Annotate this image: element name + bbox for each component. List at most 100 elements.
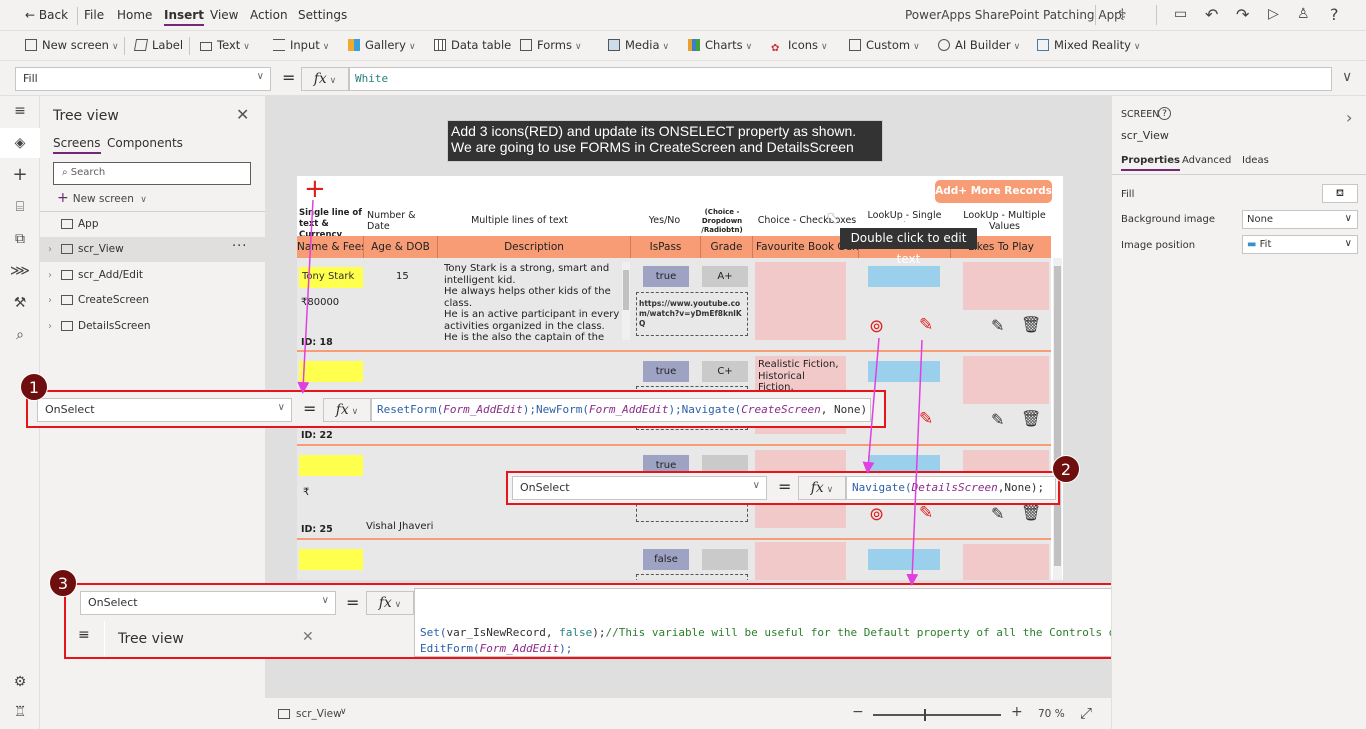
help-icon[interactable]: ? [1330,5,1339,24]
menu-home[interactable]: Home [117,8,152,22]
search-input[interactable]: ⌕ Search [53,162,251,185]
fx-button[interactable]: fx ∨ [798,476,846,500]
control-type-label: SCREEN [1121,109,1160,120]
ai-builder-button[interactable]: AI Builder ∨ [938,38,1020,52]
tab-properties[interactable]: Properties [1121,155,1180,171]
zoom-slider-thumb[interactable] [924,709,927,721]
edit-icon[interactable]: ✎ [991,316,1004,335]
media-icon[interactable]: ⧉ [0,224,40,254]
add-more-records-button[interactable]: Add+ More Records [935,180,1052,203]
tab-ideas[interactable]: Ideas [1242,155,1269,166]
add-plus-icon[interactable]: + [304,176,326,202]
back-button[interactable]: ← Back [25,8,68,22]
custom-button[interactable]: Custom ∨ [849,38,920,52]
fit-to-window-icon[interactable]: ⤢ [1080,704,1092,722]
menu-view[interactable]: View [210,8,238,22]
icons-button[interactable]: ✿ Icons ∨ [771,38,828,55]
close-icon[interactable]: ✕ [236,105,249,124]
name-field: Tony Stark [299,267,363,288]
mixed-reality-button[interactable]: Mixed Reality ∨ [1037,38,1141,52]
media-button[interactable]: Media ∨ [608,38,669,52]
new-screen-button[interactable]: + New screen ∨ [57,190,147,206]
chevron-right-icon[interactable]: › [1346,108,1352,127]
zoom-slider[interactable] [873,709,1001,721]
comment-icon[interactable]: ▭ [1174,6,1187,22]
edit-icon[interactable]: ✎ [991,504,1004,523]
formula-input[interactable]: ResetForm(Form_AddEdit);NewForm(Form_Add… [371,398,871,422]
tree-item-createscreen[interactable]: › CreateScreen [40,288,265,313]
menu-settings[interactable]: Settings [298,8,347,22]
edit-pencil-icon[interactable]: ✎ [919,503,933,523]
view-details-icon[interactable]: ⊚ [869,316,884,337]
stethoscope-icon[interactable]: ⚕ [1118,5,1127,24]
delete-trash-icon[interactable]: 🗑 [1021,503,1041,522]
grade-field: C+ [702,361,748,382]
view-details-icon[interactable]: ⊚ [869,504,884,525]
tree-view-layers-icon[interactable]: ◈ [0,128,40,158]
share-user-icon[interactable]: ♙ [1297,6,1310,22]
property-dropdown[interactable]: OnSelect ∨ [512,476,767,500]
hamburger-menu-icon[interactable]: ≡ [0,96,40,126]
help-icon[interactable]: ? [1158,107,1171,120]
charts-button[interactable]: Charts ∨ [688,38,752,52]
menu-file[interactable]: File [84,8,104,22]
tab-advanced[interactable]: Advanced [1182,155,1231,166]
insert-plus-icon[interactable]: + [0,160,40,190]
label-button[interactable]: Label [133,38,183,52]
search-icon[interactable]: ⌕ [0,320,40,350]
zoom-in-button[interactable]: + [1011,704,1023,720]
property-dropdown[interactable]: Fill ∨ [15,67,271,91]
screen-selector[interactable]: scr_View [296,708,342,720]
description-scrollbar[interactable] [622,262,630,340]
image-position-dropdown[interactable]: ▬ Fit ∨ [1242,235,1358,254]
zoom-out-button[interactable]: − [852,704,864,720]
tree-item-detailsscreen[interactable]: › DetailsScreen [40,314,265,339]
text-button[interactable]: Text ∨ [200,38,250,52]
menu-insert[interactable]: Insert [164,8,204,26]
tree-item-scr-add-edit[interactable]: › scr_Add/Edit [40,263,265,288]
fx-button[interactable]: fx ∨ [301,67,349,91]
background-image-dropdown[interactable]: None ∨ [1242,210,1358,229]
forms-button[interactable]: Forms ∨ [520,38,582,52]
tree-item-scr-view[interactable]: › scr_View ··· [40,237,265,262]
chevron-down-icon[interactable]: ∨ [340,707,347,717]
hamburger-menu-icon[interactable]: ≡ [78,627,90,643]
new-screen-button[interactable]: New screen ∨ [25,38,119,52]
play-icon[interactable]: ▷ [1268,6,1279,22]
gallery-row[interactable]: false [297,540,1051,580]
tab-components[interactable]: Components [107,136,183,150]
advanced-tools-icon[interactable]: ⚒ [0,288,40,318]
fx-button[interactable]: fx ∨ [323,398,371,422]
formula-input[interactable]: White [349,67,1332,91]
expand-formula-icon[interactable]: ∨ [1342,69,1352,85]
gallery-scrollbar[interactable] [1053,258,1062,580]
virtual-agent-icon[interactable]: ♖ [0,697,40,727]
menu-action[interactable]: Action [250,8,288,22]
plus-icon: + [57,190,69,206]
image-position-label: Image position [1121,240,1196,251]
edit-pencil-icon[interactable]: ✎ [919,315,933,335]
fill-color-button[interactable]: ⛾ [1322,184,1358,203]
fx-button[interactable]: fx ∨ [366,591,414,615]
edit-icon[interactable]: ✎ [991,410,1004,429]
gallery-row[interactable]: Tony Stark ₹80000 15 Tony Stark is a str… [297,258,1051,352]
data-cylinder-icon[interactable]: ⌸ [0,192,40,222]
property-dropdown[interactable]: OnSelect ∨ [37,398,292,422]
formula-input[interactable]: Navigate(DetailsScreen,None); [846,476,1056,500]
edit-pencil-icon[interactable]: ✎ [919,409,933,429]
more-options-icon[interactable]: ··· [232,234,247,259]
property-dropdown[interactable]: OnSelect ∨ [80,591,336,615]
gallery-button[interactable]: Gallery ∨ [348,38,416,52]
settings-gear-icon[interactable]: ⚙ [0,667,40,697]
input-button[interactable]: Input ∨ [273,38,329,52]
delete-trash-icon[interactable]: 🗑 [1021,409,1041,428]
callout-onselect-1: OnSelect ∨ = fx ∨ ResetForm(Form_AddEdit)… [26,390,886,428]
tab-screens[interactable]: Screens [53,136,101,154]
close-icon[interactable]: ✕ [302,629,314,645]
undo-icon[interactable]: ↶ [1205,5,1218,24]
delete-trash-icon[interactable]: 🗑 [1021,315,1041,334]
data-table-button[interactable]: Data table [434,38,511,52]
redo-icon[interactable]: ↷ [1236,5,1249,24]
mixed-reality-icon [1037,39,1049,51]
power-automate-icon[interactable]: ⋙ [0,256,40,286]
